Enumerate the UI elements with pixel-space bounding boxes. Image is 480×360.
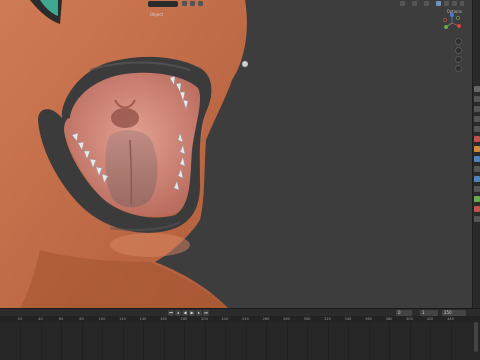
end-frame-value: 250 [444,310,452,315]
track-gridline [368,322,370,360]
track-gridline [225,322,226,360]
track-gridline [327,322,329,360]
track-gridline [122,322,124,360]
blender-window: Object Options ⏮ ◂ ◀ ▶ ▸ ⏭ 0 1 250 20 40… [0,0,480,360]
track-gridline [143,322,144,360]
track-gridline [184,322,185,360]
select-icon[interactable] [190,1,195,6]
scene-tab-icon[interactable] [474,126,480,132]
throat [111,108,139,128]
overlay-icon[interactable] [412,1,417,6]
track-gridline [286,322,288,360]
timeline-scrollbar[interactable] [474,322,478,352]
physics-tab-icon[interactable] [474,176,480,182]
y-axis-icon [444,25,448,29]
perspective-toggle-button[interactable] [455,65,462,72]
object-tab-icon[interactable] [474,146,480,152]
timeline-tracks[interactable] [0,322,480,360]
shading-material-icon[interactable] [444,1,449,6]
shading-dropdown-icon[interactable] [460,1,464,6]
track-gridline [102,322,103,360]
x-axis-icon [457,24,461,28]
particles-tab-icon[interactable] [474,166,480,172]
constraints-tab-icon[interactable] [474,186,480,192]
pan-button[interactable] [455,47,462,54]
track-gridline [430,322,431,360]
track-gridline [266,322,267,360]
viewport-header: Object [140,0,472,17]
track-gridline [450,322,452,360]
view-layer-tab-icon[interactable] [474,116,480,122]
track-gridline [163,322,165,360]
track-gridline [409,322,411,360]
shading-solid-icon[interactable] [436,1,441,6]
camera-view-button[interactable] [455,56,462,63]
world-tab-icon[interactable] [474,136,480,142]
track-gridline [245,322,247,360]
modifier-tab-icon[interactable] [474,156,480,162]
texture-tab-icon[interactable] [474,216,480,222]
track-gridline [81,322,83,360]
add-icon[interactable] [198,1,203,6]
output-tab-icon[interactable] [474,106,480,112]
track-gridline [40,322,42,360]
track-gridline [307,322,308,360]
track-gridline [348,322,349,360]
z-axis-icon [450,13,454,17]
material-tab-icon[interactable] [474,206,480,212]
shading-rendered-icon[interactable] [452,1,457,6]
xray-icon[interactable] [424,1,429,6]
chin-highlight [110,233,190,257]
transform-icon[interactable] [400,1,405,6]
render-tab-icon[interactable] [474,96,480,102]
ear-stud [241,60,249,68]
current-frame-value: 0 [398,310,401,315]
zoom-button[interactable] [455,38,462,45]
track-gridline [20,322,21,360]
track-gridline [204,322,206,360]
start-frame-value: 1 [422,310,425,315]
view-icon[interactable] [182,1,187,6]
character-mouth-render [0,0,249,308]
navigation-gizmo[interactable] [441,12,463,34]
properties-tab-strip [472,0,480,308]
track-gridline [61,322,62,360]
mode-dropdown[interactable]: Object [148,1,178,17]
3d-viewport[interactable]: Object Options [0,0,472,308]
tool-tab-icon[interactable] [474,86,480,92]
timeline-header: ⏮ ◂ ◀ ▶ ▸ ⏭ 0 1 250 [0,308,480,316]
data-tab-icon[interactable] [474,196,480,202]
mode-label: Object [150,12,164,17]
track-gridline [389,322,390,360]
